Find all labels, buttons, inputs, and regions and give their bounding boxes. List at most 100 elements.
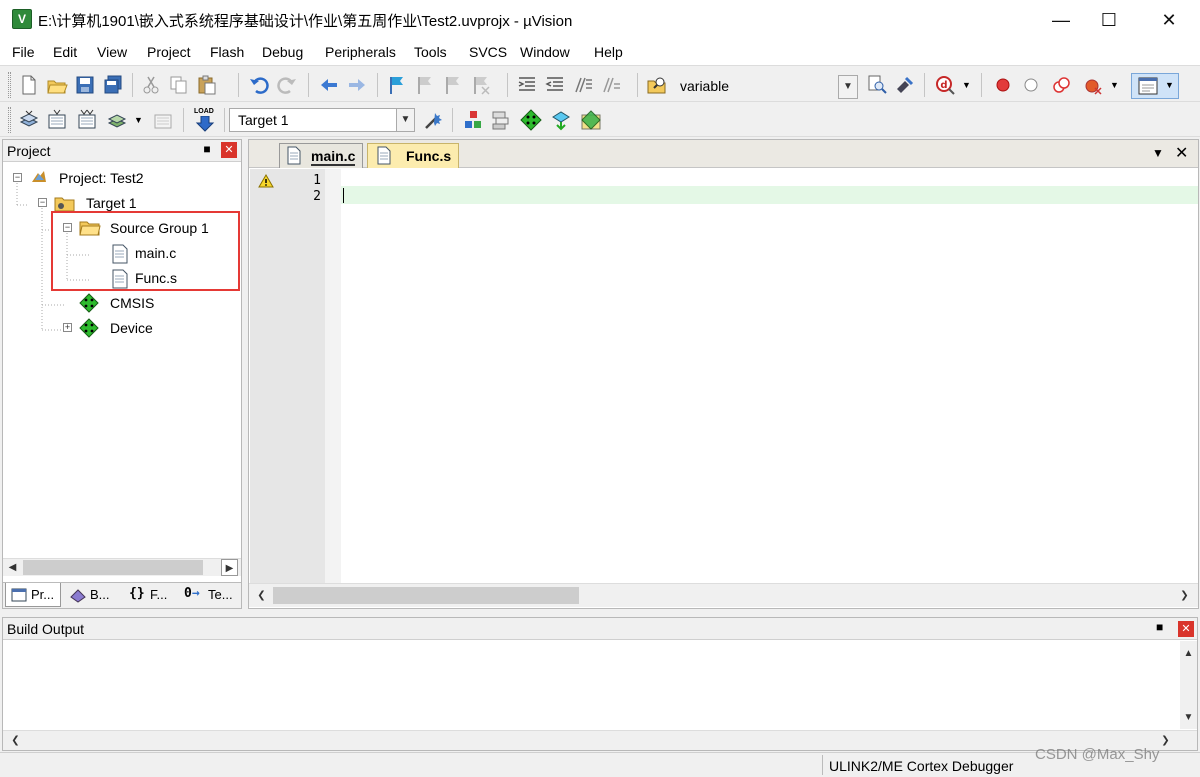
menu-peripherals[interactable]: Peripherals — [325, 44, 396, 60]
close-panel-icon[interactable]: ✕ — [1178, 621, 1194, 637]
indent-icon[interactable] — [516, 74, 538, 96]
target-options-icon[interactable] — [422, 109, 444, 131]
chevron-down-icon[interactable]: ▼ — [134, 115, 143, 125]
tab-templates[interactable]: 0→ Te... — [181, 583, 239, 607]
tab-books[interactable]: B... — [65, 583, 121, 607]
manage-rte-icon[interactable] — [520, 109, 542, 131]
tab-func-s[interactable]: Func.s — [367, 143, 459, 168]
manage-project-items-icon[interactable] — [462, 109, 484, 131]
undo-icon[interactable] — [248, 74, 270, 96]
menu-debug[interactable]: Debug — [262, 44, 303, 60]
collapse-icon[interactable]: − — [38, 198, 47, 207]
incremental-find-icon[interactable] — [894, 74, 916, 96]
build-icon[interactable] — [46, 109, 68, 131]
line-number-gutter: 1 2 — [250, 169, 325, 583]
previous-bookmark-icon[interactable] — [414, 74, 436, 96]
clear-bookmarks-icon[interactable] — [470, 74, 492, 96]
rebuild-icon[interactable] — [76, 109, 98, 131]
scroll-right-icon[interactable]: ▶ — [221, 559, 238, 576]
close-panel-icon[interactable]: ✕ — [221, 142, 237, 158]
chevron-down-icon[interactable]: ▼ — [1110, 80, 1119, 90]
load-label: LOAD — [194, 108, 214, 115]
new-file-icon[interactable] — [18, 74, 40, 96]
collapse-icon[interactable]: − — [63, 223, 72, 232]
menu-help[interactable]: Help — [594, 44, 623, 60]
disable-breakpoints-icon[interactable] — [1050, 74, 1072, 96]
window-layout-button[interactable]: ▼ — [1131, 73, 1179, 99]
chevron-down-icon: ▼ — [1165, 80, 1174, 90]
project-panel-title: Project — [7, 143, 51, 159]
editor-horizontal-scrollbar[interactable]: ❮ ❯ — [249, 583, 1198, 607]
scroll-right-icon[interactable]: ❯ — [1176, 587, 1193, 604]
pin-icon[interactable]: ■ — [1156, 620, 1163, 634]
tab-label: F... — [150, 587, 168, 602]
toolbar-grip[interactable] — [8, 107, 11, 133]
enable-breakpoint-icon[interactable] — [1020, 74, 1042, 96]
pack-installer-icon[interactable] — [550, 109, 572, 131]
save-icon[interactable] — [74, 74, 96, 96]
scroll-down-icon[interactable]: ▼ — [1180, 709, 1197, 726]
find-combo-dropdown[interactable]: ▼ — [838, 75, 858, 99]
menu-edit[interactable]: Edit — [53, 44, 77, 60]
uncomment-icon[interactable] — [600, 74, 622, 96]
collapse-icon[interactable]: − — [13, 173, 22, 182]
toolbar-grip[interactable] — [8, 72, 11, 98]
insert-bookmark-icon[interactable] — [386, 74, 408, 96]
minimize-button[interactable]: — — [1038, 0, 1084, 40]
find-in-files-icon[interactable] — [646, 74, 668, 96]
update-packs-icon[interactable] — [580, 109, 602, 131]
kill-breakpoints-icon[interactable] — [1082, 74, 1104, 96]
pin-icon[interactable]: ■ — [199, 142, 215, 158]
copy-icon[interactable] — [168, 74, 190, 96]
scroll-right-icon[interactable]: ❯ — [1157, 732, 1174, 749]
scroll-up-icon[interactable]: ▲ — [1180, 645, 1197, 662]
project-horizontal-scrollbar[interactable]: ◀ ▶ — [3, 558, 241, 576]
translate-icon[interactable] — [18, 109, 40, 131]
scroll-left-icon[interactable]: ❮ — [7, 732, 24, 749]
scroll-left-icon[interactable]: ◀ — [4, 559, 21, 576]
scroll-left-icon[interactable]: ❮ — [253, 587, 270, 604]
menu-view[interactable]: View — [97, 44, 127, 60]
target-select[interactable]: Target 1 ▼ — [229, 108, 415, 132]
tab-list-dropdown-icon[interactable]: ▼ — [1152, 146, 1164, 160]
menu-tools[interactable]: Tools — [414, 44, 447, 60]
next-bookmark-icon[interactable] — [442, 74, 464, 96]
build-output-vertical-scrollbar[interactable]: ▲ ▼ — [1180, 641, 1197, 729]
folder-open-icon — [79, 221, 101, 236]
scrollbar-thumb[interactable] — [273, 587, 579, 604]
find-icon[interactable] — [866, 74, 888, 96]
menu-svcs[interactable]: SVCS — [469, 44, 507, 60]
scrollbar-thumb[interactable] — [23, 560, 203, 575]
select-packs-icon[interactable] — [490, 109, 512, 131]
cut-icon[interactable] — [140, 74, 162, 96]
close-tab-icon[interactable]: ✕ — [1175, 143, 1188, 163]
tab-project[interactable]: Pr... — [5, 583, 61, 607]
close-window-button[interactable]: ✕ — [1146, 0, 1192, 40]
code-area[interactable] — [341, 169, 1191, 581]
navigate-back-icon[interactable] — [318, 74, 340, 96]
find-combo-text[interactable]: variable — [680, 78, 729, 94]
insert-breakpoint-icon[interactable] — [992, 74, 1014, 96]
comment-icon[interactable] — [572, 74, 594, 96]
unindent-icon[interactable] — [544, 74, 566, 96]
save-all-icon[interactable] — [102, 74, 124, 96]
build-output-horizontal-scrollbar[interactable]: ❮ ❯ — [3, 730, 1197, 750]
tab-main-c[interactable]: main.c — [279, 143, 363, 168]
navigate-forward-icon[interactable] — [346, 74, 368, 96]
tab-functions[interactable]: {} F... — [125, 583, 179, 607]
stop-build-icon[interactable] — [152, 109, 174, 131]
menu-flash[interactable]: Flash — [210, 44, 244, 60]
redo-icon[interactable] — [276, 74, 298, 96]
menu-file[interactable]: File — [12, 44, 35, 60]
open-folder-icon[interactable] — [46, 74, 68, 96]
batch-build-icon[interactable] — [106, 109, 128, 131]
download-button[interactable]: LOAD — [192, 107, 218, 133]
menu-project[interactable]: Project — [147, 44, 191, 60]
chevron-down-icon[interactable]: ▼ — [962, 80, 971, 90]
expand-icon[interactable]: + — [63, 323, 72, 332]
debug-session-icon[interactable]: d — [934, 74, 956, 96]
maximize-button[interactable]: ☐ — [1086, 0, 1132, 40]
menu-window[interactable]: Window — [520, 44, 570, 60]
paste-icon[interactable] — [196, 74, 218, 96]
build-output-text-area[interactable] — [3, 641, 1179, 729]
